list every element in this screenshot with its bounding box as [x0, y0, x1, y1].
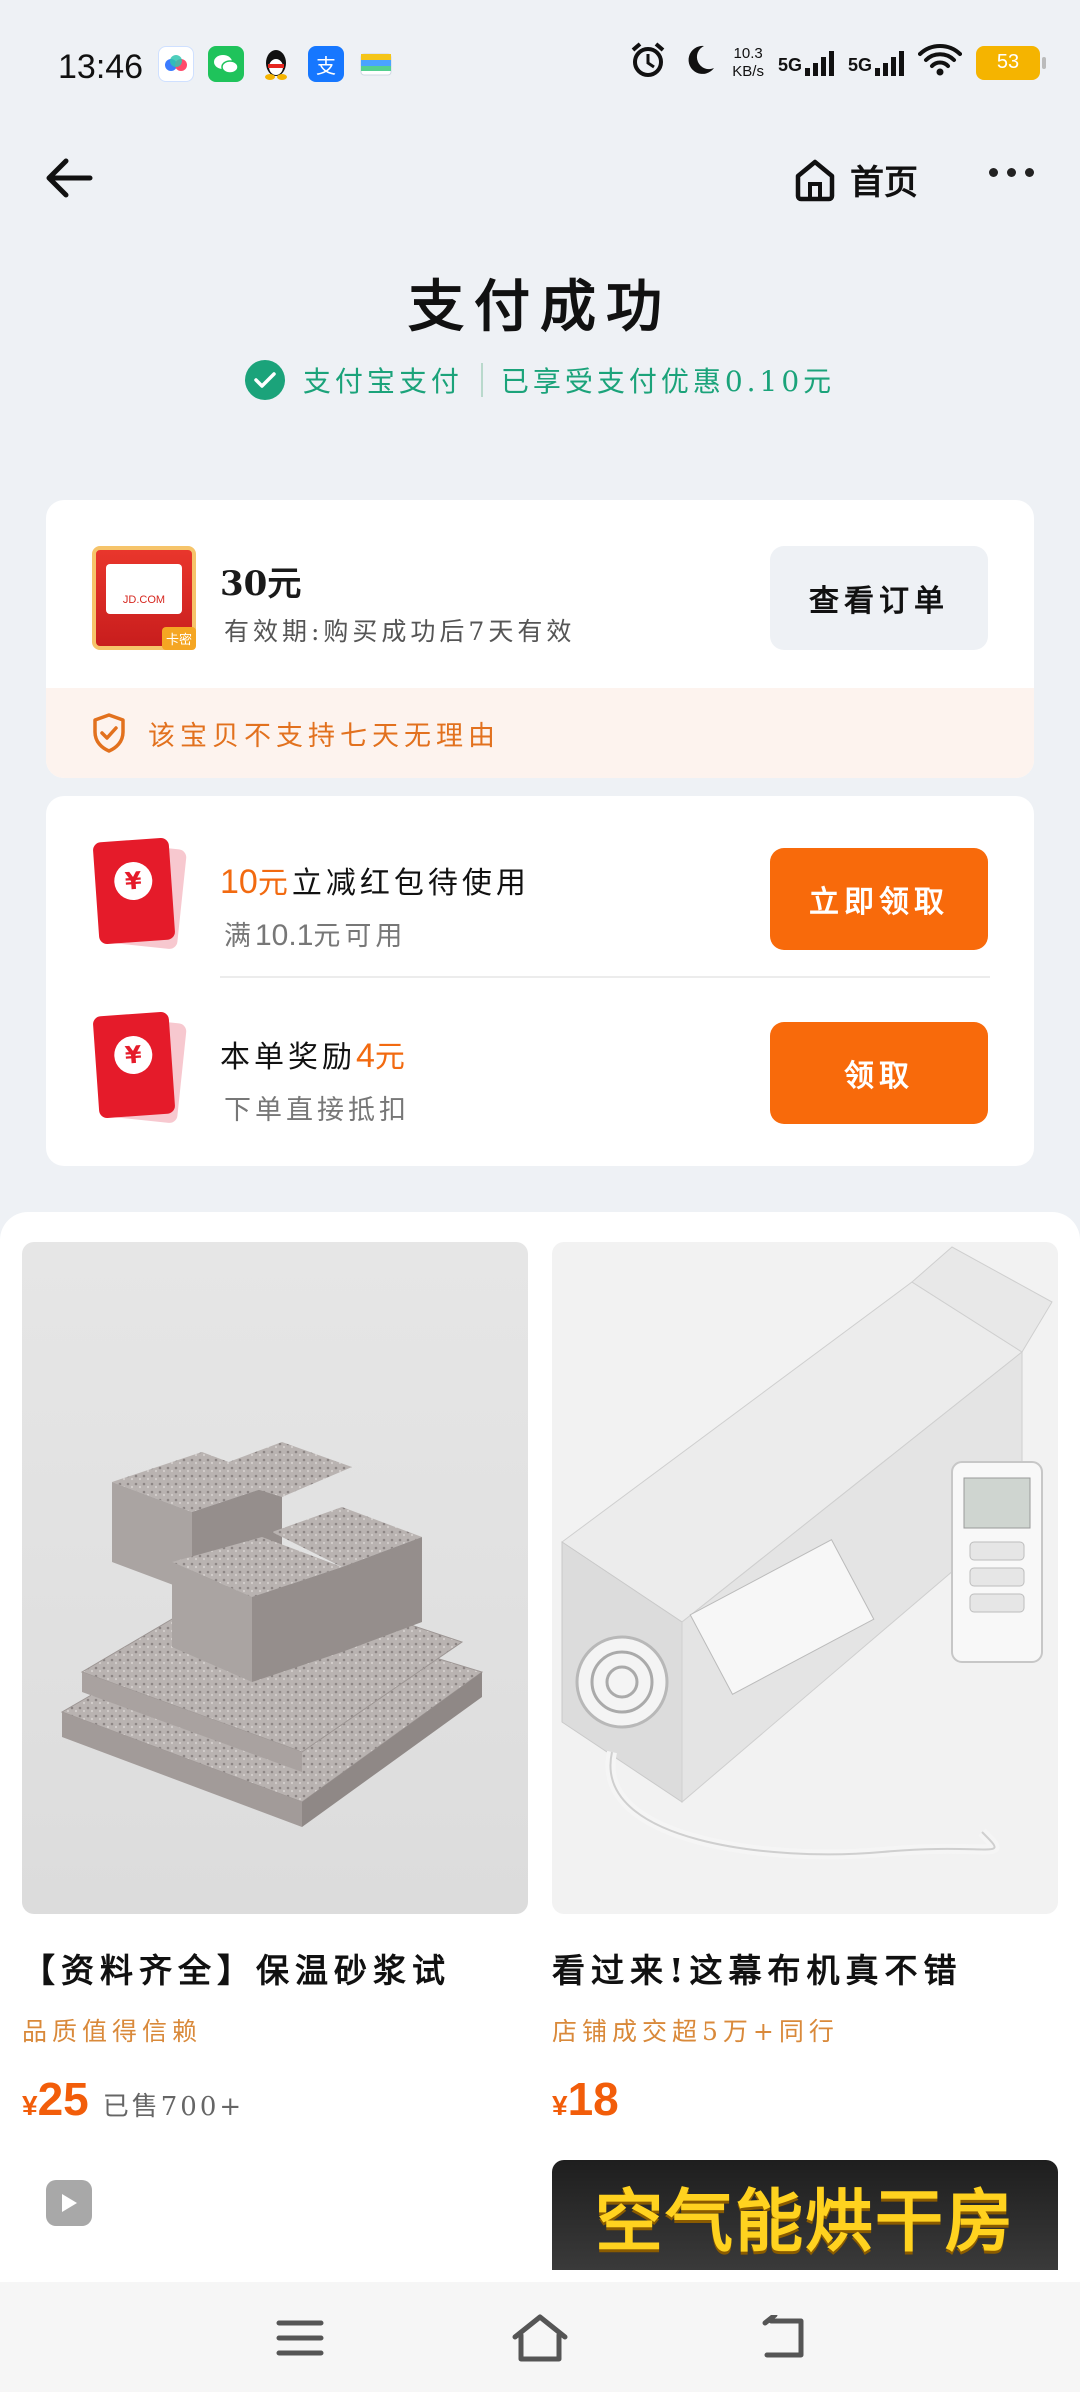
- shield-icon: [93, 713, 125, 753]
- back-button[interactable]: [40, 148, 100, 208]
- red-envelope-icon: ¥: [92, 837, 188, 950]
- signal-2: 5G: [848, 50, 904, 76]
- product-tag: 品质值得信赖: [22, 2017, 203, 2046]
- signal-bars-icon: [804, 50, 834, 76]
- reward-condition: 下单直接抵扣: [224, 1095, 410, 1126]
- arrow-left-icon: [46, 158, 93, 198]
- product-name: 看过来!这幕布机真不错: [552, 1951, 963, 1990]
- top-nav: 首页: [0, 140, 1080, 220]
- reward-title: 本单奖励4元: [220, 1032, 409, 1076]
- product-image: [22, 1242, 528, 1914]
- signal-1-label: 5G: [777, 54, 802, 75]
- dot-icon: [1025, 168, 1034, 177]
- signal-bars-icon: [875, 50, 904, 76]
- product-price: ¥18: [552, 2072, 619, 2126]
- dot-icon: [1007, 168, 1016, 177]
- jd-card-thumbnail: JD.COM 卡密: [92, 546, 196, 650]
- home-icon: [795, 159, 835, 202]
- reward-amount: 4: [356, 1037, 375, 1075]
- product-image: [552, 1242, 1058, 1914]
- home-button[interactable]: [510, 2308, 570, 2368]
- payment-summary: 支付宝支付 已享受支付优惠0.10元: [0, 360, 1080, 400]
- coupon-condition-prefix: 满: [224, 921, 255, 952]
- ad-banner[interactable]: 空气能烘干房: [552, 2160, 1058, 2270]
- coupon-unit: 元: [257, 866, 292, 901]
- coupon-row: ¥ 10元立减红包待使用 满10.1元可用 立即领取: [46, 810, 1034, 970]
- do-not-disturb-icon: [682, 42, 718, 83]
- divider: [480, 363, 483, 397]
- return-icon: [762, 2315, 804, 2358]
- claim-now-button[interactable]: 立即领取: [770, 848, 988, 950]
- check-circle-icon: [244, 360, 285, 400]
- product-name: 【资料齐全】保温砂浆试: [22, 1951, 451, 1990]
- menu-icon: [276, 2320, 324, 2356]
- product-tag: 店铺成交超5万+同行: [552, 2017, 839, 2046]
- system-navigation-bar: [0, 2282, 1080, 2392]
- red-envelope-icon: ¥: [92, 1011, 188, 1124]
- network-speed-unit: KB/s: [732, 62, 764, 80]
- system-indicators: 10.3 KB/s 5G 5G 53: [628, 40, 1046, 85]
- jd-logo: JD.COM: [106, 564, 182, 614]
- coupon-row: ¥ 本单奖励4元 下单直接抵扣 领取: [46, 984, 1034, 1144]
- home-label: 首页: [850, 162, 918, 203]
- video-play-icon[interactable]: [46, 2180, 92, 2226]
- home-outline-icon: [512, 2314, 568, 2362]
- order-card: JD.COM 卡密 30元 有效期:购买成功后7天有效 查看订单 该宝贝不支持七…: [46, 500, 1034, 778]
- product-price-row: ¥25 已售700+: [22, 2072, 528, 2126]
- price-value: 18: [567, 2073, 619, 2125]
- discount-text: 已享受支付优惠0.10元: [500, 365, 836, 398]
- validity-text: 有效期:购买成功后7天有效: [224, 617, 576, 646]
- network-speed: 10.3 KB/s: [732, 45, 764, 81]
- menu-button[interactable]: [270, 2308, 330, 2368]
- currency-symbol: ¥: [552, 2090, 568, 2121]
- view-order-button[interactable]: 查看订单: [770, 546, 988, 650]
- claim-button[interactable]: 领取: [770, 1022, 988, 1124]
- card-key-tag: 卡密: [161, 627, 196, 650]
- more-menu-button[interactable]: [989, 168, 1034, 177]
- notice-text: 该宝贝不支持七天无理由: [148, 720, 500, 752]
- product-price-row: ¥18: [552, 2072, 1058, 2126]
- coupon-amount: 10: [220, 863, 258, 901]
- divider: [220, 976, 990, 978]
- coupon-condition-suffix: 元可用: [313, 921, 407, 952]
- dot-icon: [989, 168, 998, 177]
- signal-2-label: 5G: [847, 54, 872, 75]
- reward-title-text: 本单奖励: [220, 1040, 356, 1075]
- status-time: 13:46: [58, 48, 144, 86]
- order-amount-number: 30: [220, 564, 268, 604]
- notification-icons: 支: [158, 46, 394, 82]
- order-amount-unit: 元: [267, 564, 302, 604]
- coupon-title: 10元立减红包待使用: [220, 858, 530, 902]
- return-policy-notice: 该宝贝不支持七天无理由: [46, 688, 1034, 778]
- pay-method: 支付宝支付: [302, 365, 463, 398]
- page-title: 支付成功: [408, 274, 672, 340]
- product-price: ¥25: [22, 2072, 89, 2126]
- wechat-icon: [208, 46, 244, 82]
- currency-symbol: ¥: [22, 2090, 38, 2121]
- baidu-netdisk-icon: [158, 46, 194, 82]
- alipay-icon: 支: [308, 46, 344, 82]
- status-bar: 13:46 支 10.3 KB/s 5G 5G 53: [0, 0, 1080, 130]
- signal-1: 5G: [778, 50, 834, 76]
- coupon-threshold: 10.1: [255, 919, 314, 952]
- network-speed-value: 10.3: [733, 44, 763, 62]
- battery-indicator: 53: [976, 45, 1046, 80]
- product-card[interactable]: 【资料齐全】保温砂浆试 品质值得信赖 ¥25 已售700+: [22, 1242, 528, 2126]
- coupon-condition: 满10.1元可用: [224, 914, 406, 953]
- back-nav-button[interactable]: [752, 2308, 812, 2368]
- recommendation-feed: 【资料齐全】保温砂浆试 品质值得信赖 ¥25 已售700+ 看过来!这幕布机真不…: [0, 1212, 1080, 2282]
- coupon-title-text: 立减红包待使用: [291, 866, 530, 901]
- wifi-icon: [918, 43, 962, 82]
- alarm-icon: [628, 40, 668, 85]
- wallet-icon: [358, 46, 394, 82]
- banner-text: 空气能烘干房: [594, 2182, 1015, 2262]
- home-link[interactable]: 首页: [790, 154, 918, 204]
- qq-icon: [258, 46, 294, 82]
- sold-count: 已售700+: [102, 2092, 245, 2122]
- reward-unit: 元: [374, 1040, 409, 1075]
- price-value: 25: [37, 2073, 89, 2125]
- coupon-card: ¥ 10元立减红包待使用 满10.1元可用 立即领取 ¥ 本单奖励4元 下单直接…: [46, 796, 1034, 1166]
- order-amount: 30元: [220, 556, 301, 605]
- product-card[interactable]: 看过来!这幕布机真不错 店铺成交超5万+同行 ¥18: [552, 1242, 1058, 2126]
